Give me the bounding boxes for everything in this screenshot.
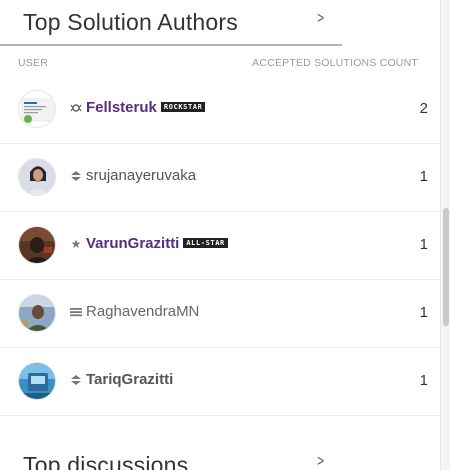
top-solution-authors-panel: Top Solution Authors > USER ACCEPTED SOL… <box>0 0 440 470</box>
author-row: ★ VarunGrazitti ALL-STAR 1 <box>0 212 440 280</box>
section-title: Top discussions <box>23 452 189 470</box>
solution-count: 1 <box>419 236 428 253</box>
top-solution-authors-header[interactable]: Top Solution Authors > <box>0 0 342 46</box>
rockstar-icon <box>70 102 82 114</box>
author-row: TariqGrazitti 1 <box>0 348 440 416</box>
author-name[interactable]: VarunGrazitti ALL-STAR <box>86 235 228 253</box>
column-header-user: USER <box>18 57 48 69</box>
avatar[interactable] <box>18 294 56 332</box>
rank-badge: ALL-STAR <box>183 237 228 248</box>
solution-count: 1 <box>419 168 428 185</box>
author-row: RaghavendraMN 1 <box>0 280 440 348</box>
avatar[interactable] <box>18 158 56 196</box>
top-discussions-header[interactable]: Top discussions > <box>0 443 342 470</box>
author-name-text[interactable]: VarunGrazitti <box>86 235 179 252</box>
triple-bar-icon <box>70 306 82 318</box>
avatar[interactable] <box>18 90 56 128</box>
solution-count: 2 <box>419 100 428 117</box>
star-icon: ★ <box>70 237 82 251</box>
rank-badge: ROCKSTAR <box>160 101 206 112</box>
scrollbar-thumb[interactable] <box>443 208 449 326</box>
section-title: Top Solution Authors <box>23 9 238 35</box>
author-name-text[interactable]: Fellsteruk <box>86 99 157 116</box>
diamond-chevron-icon <box>70 170 82 182</box>
diamond-chevron-icon <box>70 374 82 386</box>
avatar[interactable] <box>18 226 56 264</box>
author-name[interactable]: srujanayeruvaka <box>86 167 196 185</box>
author-name[interactable]: Fellsteruk ROCKSTAR <box>86 99 206 117</box>
avatar[interactable] <box>18 362 56 400</box>
chevron-right-icon[interactable]: > <box>317 453 324 470</box>
author-name[interactable]: RaghavendraMN <box>86 303 199 321</box>
column-header-accepted-solutions-count: ACCEPTED SOLUTIONS COUNT <box>252 57 418 69</box>
author-name[interactable]: TariqGrazitti <box>86 371 173 389</box>
author-row: Fellsteruk ROCKSTAR 2 <box>0 76 440 144</box>
solution-count: 1 <box>419 304 428 321</box>
author-row: srujanayeruvaka 1 <box>0 144 440 212</box>
chevron-right-icon[interactable]: > <box>317 10 324 28</box>
solution-count: 1 <box>419 372 428 389</box>
